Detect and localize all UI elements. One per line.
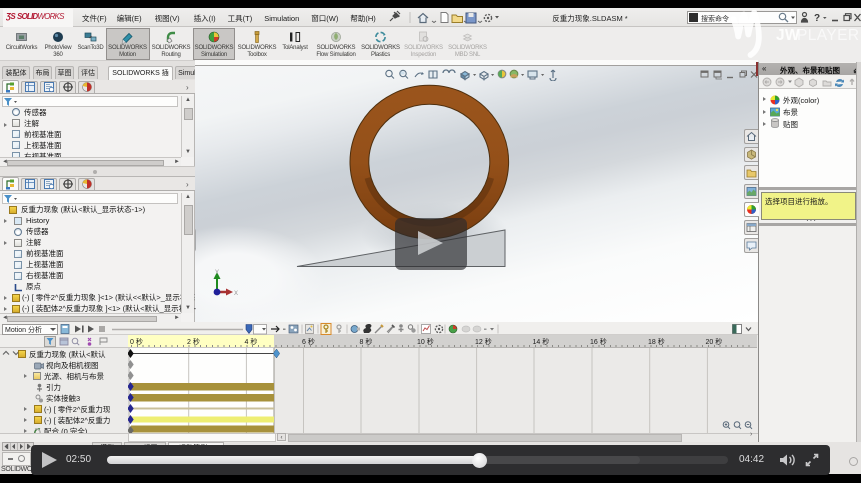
svg-text:X: X	[234, 291, 238, 297]
svg-text:Y: Y	[215, 270, 219, 276]
svg-text:PLAYER: PLAYER	[797, 27, 859, 44]
